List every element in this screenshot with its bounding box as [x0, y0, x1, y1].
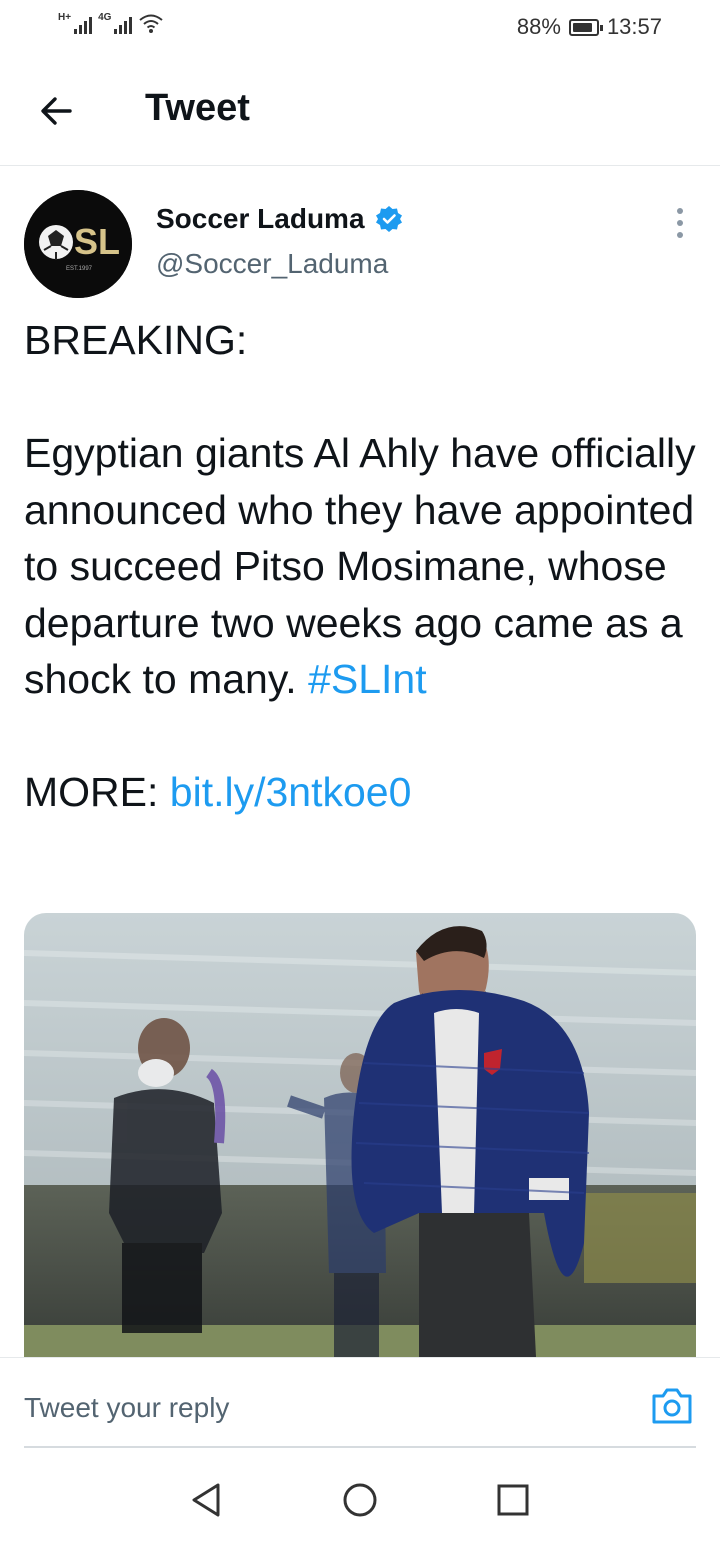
- camera-icon[interactable]: [650, 1386, 694, 1426]
- author-row[interactable]: Soccer Laduma: [156, 203, 403, 235]
- signal-icon: H+: [58, 12, 93, 34]
- avatar-logo: SL EST.1997: [24, 190, 132, 298]
- status-right: 88% 13:57: [517, 14, 662, 40]
- photo-illustration: [24, 913, 696, 1357]
- battery-fill: [572, 22, 593, 32]
- tweet-media-image[interactable]: [24, 913, 696, 1357]
- reply-bar: Tweet your reply: [0, 1357, 720, 1450]
- tweet-text-more: MORE:: [24, 769, 159, 815]
- tweet-text: BREAKING: Egyptian giants Al Ahly have o…: [24, 312, 696, 821]
- avatar-text: SL: [74, 221, 120, 262]
- wifi-icon: [139, 14, 164, 33]
- verified-badge-icon: [375, 206, 402, 232]
- url-link[interactable]: bit.ly/3ntkoe0: [170, 769, 412, 815]
- clock: 13:57: [606, 14, 662, 39]
- avatar-subtext: EST.1997: [66, 266, 93, 272]
- square-recents-icon[interactable]: [493, 1480, 533, 1520]
- author-name[interactable]: Soccer Laduma: [156, 203, 365, 235]
- page-title: Tweet: [145, 87, 250, 129]
- triangle-back-icon[interactable]: [186, 1480, 226, 1520]
- network-type-1: H+: [58, 12, 72, 23]
- status-left: H+ 4G: [58, 12, 164, 34]
- tweet-text-body: BREAKING: Egyptian giants Al Ahly have o…: [24, 317, 696, 702]
- reply-input[interactable]: Tweet your reply: [24, 1392, 229, 1424]
- hashtag-link[interactable]: #SLInt: [308, 656, 427, 702]
- battery-icon: [568, 18, 603, 36]
- more-options-icon[interactable]: [668, 206, 692, 240]
- circle-home-icon[interactable]: [340, 1480, 380, 1520]
- app-header: Tweet: [0, 55, 720, 166]
- system-nav-bar: [0, 1450, 720, 1541]
- reply-underline: [24, 1446, 696, 1448]
- network-type-2: 4G: [98, 12, 112, 23]
- battery-percent: 88%: [516, 14, 561, 39]
- status-bar: H+ 4G 88% 13:57: [0, 0, 720, 55]
- author-handle[interactable]: @Soccer_Laduma: [156, 248, 388, 280]
- arrow-left-icon[interactable]: [36, 91, 76, 131]
- signal-icon-2: 4G: [98, 12, 133, 34]
- avatar[interactable]: SL EST.1997: [24, 190, 132, 298]
